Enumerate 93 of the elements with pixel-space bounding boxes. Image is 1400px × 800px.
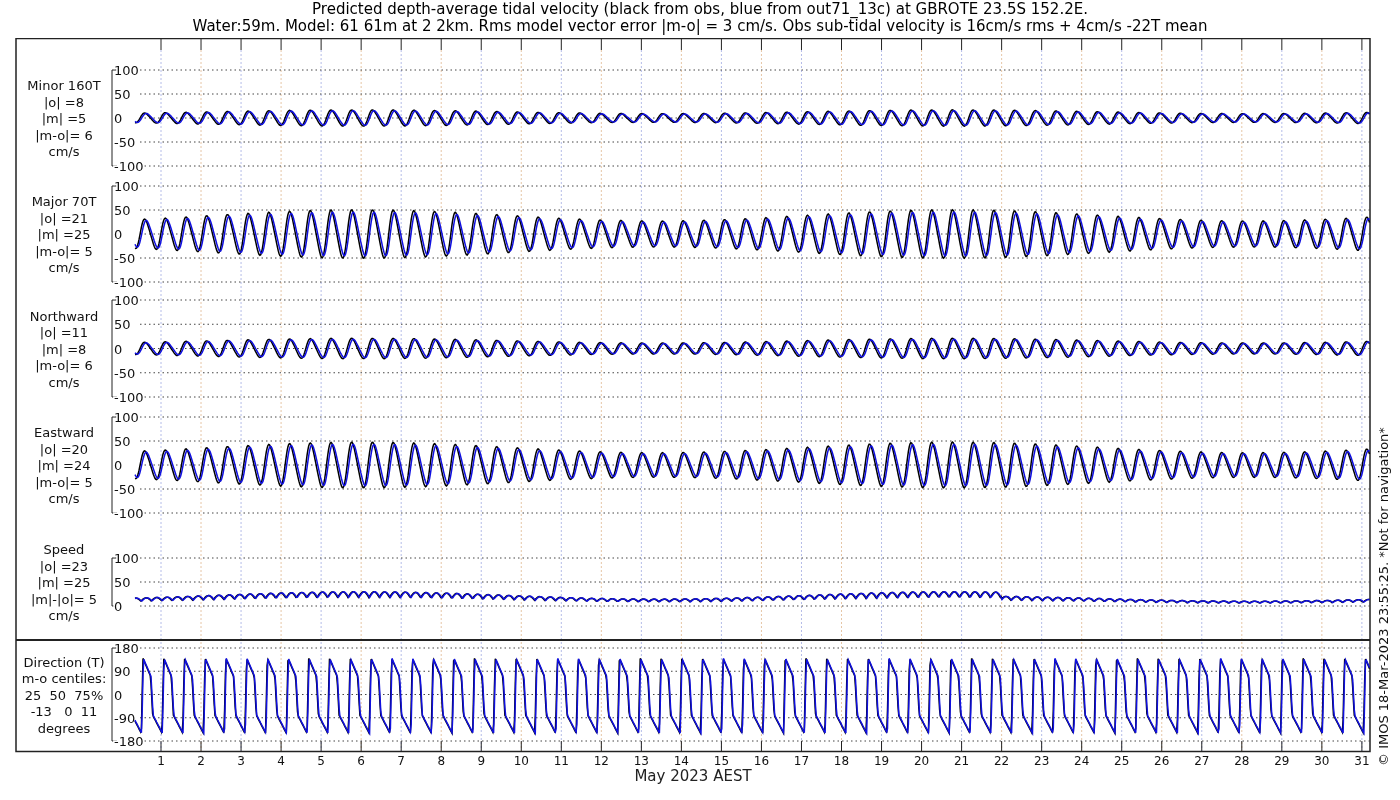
axis-tick-label: 50	[114, 87, 131, 102]
x-axis-label: May 2023 AEST	[634, 768, 752, 785]
panel-label: |m| =25	[37, 227, 91, 242]
day-label: 7	[397, 754, 405, 768]
axis-tick-label: 100	[114, 63, 139, 78]
axis-tick-label: 50	[114, 203, 131, 218]
panel-label: Speed	[43, 542, 85, 557]
axis-tick-label: -180	[114, 734, 144, 749]
panel-label: |m-o|= 5	[35, 474, 93, 490]
day-label: 28	[1234, 754, 1250, 768]
day-label: 15	[713, 754, 730, 768]
day-label: 9	[477, 754, 486, 768]
copyright-notice: © IMOS 18-Mar-2023 23:55:25. *Not for navigation*	[1376, 427, 1391, 766]
panel-label: |o| =23	[39, 558, 89, 574]
day-label: 22	[994, 754, 1010, 768]
day-label: 16	[753, 754, 770, 768]
axis-tick-label: 0	[114, 687, 123, 703]
day-label: 12	[593, 754, 609, 768]
day-label: 14	[673, 754, 690, 768]
day-label: 5	[317, 754, 325, 768]
axis-tick-label: -50	[114, 365, 136, 381]
day-label: 13	[633, 754, 649, 768]
panel-label: |m| =25	[37, 575, 91, 590]
panel-label: -13 0 11	[30, 704, 98, 719]
day-label: 4	[277, 754, 285, 768]
chart-title: Water:59m. Model: 61 61m at 2 2km. Rms model vector error |m-o| = 3 cm/s. Obs sub-tidal velocity is 16cm/s rms + 4cm/s -22T mean	[192, 18, 1208, 35]
day-label: 11	[553, 754, 569, 768]
panel-label: |m| =24	[37, 458, 91, 473]
panel-label: Minor 160T	[27, 78, 101, 93]
axis-tick-label: 50	[114, 575, 131, 590]
panel-label: cm/s	[48, 374, 80, 390]
axis-tick-label: -100	[114, 390, 144, 405]
panel-label: cm/s	[48, 608, 80, 623]
axis-tick-label: -50	[114, 482, 136, 497]
panel-label: |m-o|= 5	[35, 243, 93, 259]
panel-label: |m|-|o|= 5	[30, 591, 98, 607]
day-label: 26	[1154, 754, 1170, 768]
panel-label: |m-o|= 6	[35, 358, 93, 373]
axis-tick-label: 0	[114, 599, 123, 614]
day-label: 8	[437, 754, 446, 768]
day-label: 18	[833, 754, 850, 768]
day-label: 3	[237, 754, 245, 768]
day-label: 24	[1074, 754, 1090, 768]
panel-label: m-o centiles:	[21, 671, 107, 686]
panel-label: Eastward	[34, 425, 94, 440]
axis-tick-label: -50	[114, 135, 136, 150]
panel-label: Direction (T)	[23, 654, 105, 670]
day-label: 10	[513, 754, 529, 768]
chart-title: Predicted depth-average tidal velocity (black from obs, blue from out71_13c) at GBROTE 23.5S 152.2E.	[312, 1, 1088, 18]
axis-tick-label: 50	[114, 434, 131, 449]
day-label: 19	[873, 754, 890, 768]
axis-tick-label: 50	[114, 317, 131, 333]
axis-tick-label: 0	[114, 227, 123, 242]
panel-label: |m-o|= 6	[35, 127, 93, 143]
axis-tick-label: -50	[114, 251, 136, 266]
panel-label: cm/s	[48, 144, 80, 159]
axis-tick-label: 100	[114, 179, 139, 194]
panel-label: degrees	[37, 720, 91, 736]
day-label: 30	[1314, 754, 1330, 768]
panel-label: cm/s	[48, 260, 80, 275]
day-label: 27	[1194, 754, 1210, 768]
day-label: 31	[1354, 754, 1370, 768]
axis-tick-label: 0	[114, 458, 123, 473]
panel-label: |m| =8	[41, 341, 87, 357]
day-label: 1	[157, 754, 165, 768]
day-label: 29	[1274, 754, 1290, 768]
panel-label: |o| =20	[39, 441, 89, 457]
day-label: 23	[1034, 754, 1050, 768]
axis-tick-label: 0	[114, 341, 123, 357]
day-label: 25	[1114, 754, 1130, 768]
panel-label: Major 70T	[31, 194, 97, 209]
axis-tick-label: -100	[114, 159, 144, 174]
panel-label: 25 50 75%	[24, 687, 104, 703]
axis-tick-label: 90	[114, 664, 131, 680]
panel-label: |m| =5	[41, 111, 87, 126]
panel-label: |o| =21	[39, 210, 89, 226]
axis-tick-label: 180	[114, 641, 139, 656]
axis-tick-label: -100	[114, 506, 144, 521]
panel-label: Northward	[29, 308, 99, 324]
axis-tick-label: 100	[114, 551, 139, 566]
axis-tick-label: 100	[114, 293, 139, 308]
axis-tick-label: -100	[114, 275, 144, 290]
day-label: 17	[793, 754, 810, 768]
day-label: 6	[357, 754, 365, 768]
panel-label: |o| =11	[39, 325, 89, 340]
day-label: 21	[953, 754, 970, 768]
axis-tick-label: 0	[114, 111, 123, 126]
axis-tick-label: 100	[114, 410, 139, 425]
panel-label: cm/s	[48, 491, 80, 506]
day-label: 2	[197, 754, 205, 768]
day-label: 20	[913, 754, 930, 768]
panel-label: |o| =8	[44, 94, 84, 110]
axis-tick-label: -90	[114, 710, 136, 726]
